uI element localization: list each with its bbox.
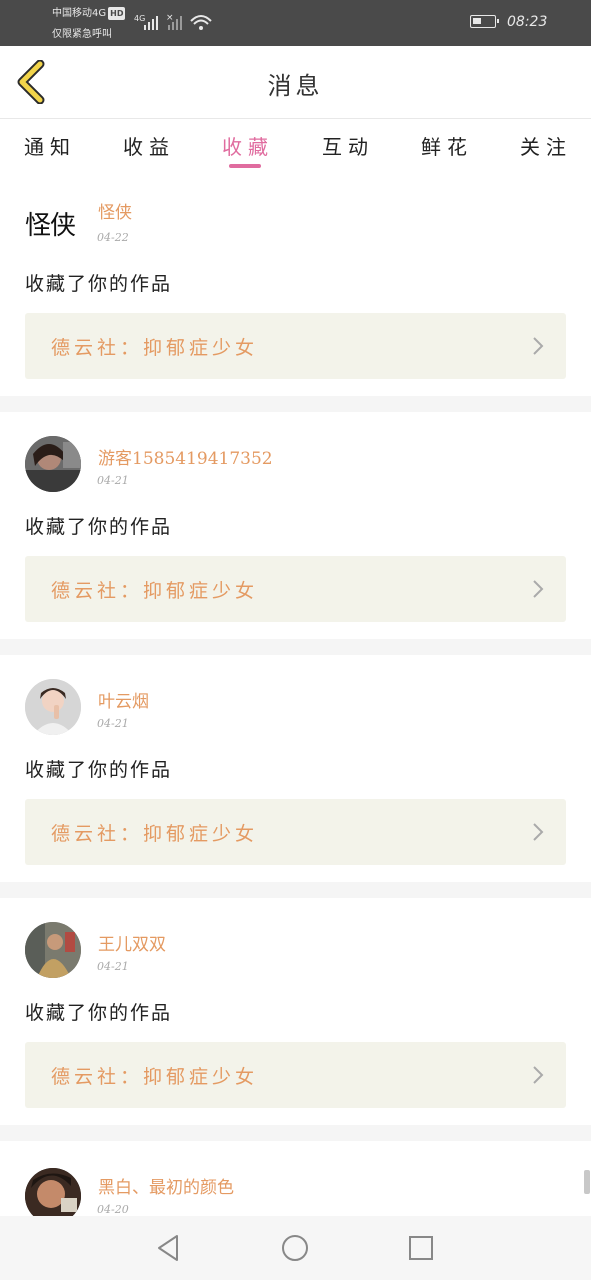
app-header: 消息 bbox=[0, 46, 591, 119]
tab-earnings[interactable]: 收益 bbox=[123, 131, 175, 160]
divider bbox=[0, 882, 591, 898]
divider bbox=[0, 1125, 591, 1141]
work-link[interactable]: 德云社：抑郁症少女 bbox=[25, 799, 566, 865]
active-tab-indicator bbox=[229, 164, 261, 168]
work-link[interactable]: 德云社：抑郁症少女 bbox=[25, 556, 566, 622]
chevron-right-icon bbox=[533, 823, 544, 841]
chevron-right-icon bbox=[533, 337, 544, 355]
date: 04-21 bbox=[97, 717, 129, 730]
hd-badge: HD bbox=[108, 7, 126, 20]
tab-following[interactable]: 关注 bbox=[520, 131, 572, 160]
carrier-text: 中国移动4G bbox=[52, 8, 107, 19]
tab-notifications[interactable]: 通知 bbox=[24, 131, 76, 160]
avatar[interactable] bbox=[25, 436, 81, 492]
list-item: 游客1585419417352 04-21 收藏了你的作品 德云社：抑郁症少女 bbox=[0, 412, 591, 639]
work-title: 德云社：抑郁症少女 bbox=[51, 580, 259, 602]
nav-back-icon[interactable] bbox=[153, 1232, 185, 1264]
svg-text:×: × bbox=[166, 13, 174, 23]
scrollbar[interactable] bbox=[584, 1170, 590, 1194]
work-title: 德云社：抑郁症少女 bbox=[51, 337, 259, 359]
action-text: 收藏了你的作品 bbox=[25, 273, 173, 295]
username[interactable]: 怪侠 bbox=[98, 198, 132, 223]
username[interactable]: 游客1585419417352 bbox=[98, 444, 273, 469]
avatar-image bbox=[25, 1168, 81, 1216]
battery-icon bbox=[470, 15, 499, 28]
avatar[interactable] bbox=[25, 679, 81, 735]
username[interactable]: 黑白、最初的颜色 bbox=[98, 1173, 234, 1198]
work-link[interactable]: 德云社：抑郁症少女 bbox=[25, 313, 566, 379]
emergency-label: 仅限紧急呼叫 bbox=[52, 29, 112, 40]
username[interactable]: 叶云烟 bbox=[98, 687, 149, 712]
username[interactable]: 王儿双双 bbox=[98, 930, 166, 955]
carrier-label: 中国移动4G HD bbox=[52, 7, 126, 20]
avatar[interactable] bbox=[25, 1168, 81, 1216]
nav-recents-icon[interactable] bbox=[405, 1232, 437, 1264]
work-title: 德云社：抑郁症少女 bbox=[51, 823, 259, 845]
avatar-image bbox=[25, 922, 81, 978]
chevron-right-icon bbox=[533, 580, 544, 598]
work-link[interactable]: 德云社：抑郁症少女 bbox=[25, 1042, 566, 1108]
action-text: 收藏了你的作品 bbox=[25, 759, 173, 781]
avatar[interactable] bbox=[25, 922, 81, 978]
message-tabs: 通知 收益 收藏 互动 鲜花 关注 bbox=[0, 119, 591, 175]
divider bbox=[0, 639, 591, 655]
system-nav-bar bbox=[0, 1216, 591, 1280]
signal-icon: 4G × bbox=[134, 11, 214, 37]
action-text: 收藏了你的作品 bbox=[25, 516, 173, 538]
network-label: 4G bbox=[134, 14, 145, 23]
avatar-calligraphy: 怪侠 bbox=[25, 211, 76, 241]
work-title: 德云社：抑郁症少女 bbox=[51, 1066, 259, 1088]
action-text: 收藏了你的作品 bbox=[25, 1002, 173, 1024]
clock: 08:23 bbox=[507, 14, 548, 30]
list-item: 黑白、最初的颜色 04-20 bbox=[0, 1141, 591, 1216]
status-bar: 中国移动4G HD 仅限紧急呼叫 4G × 08:23 bbox=[0, 0, 591, 46]
avatar[interactable]: 怪侠 bbox=[25, 194, 81, 250]
page-title: 消息 bbox=[267, 72, 324, 100]
chevron-right-icon bbox=[533, 1066, 544, 1084]
avatar-image bbox=[25, 436, 81, 492]
date: 04-20 bbox=[97, 1203, 129, 1216]
list-item: 王儿双双 04-21 收藏了你的作品 德云社：抑郁症少女 bbox=[0, 898, 591, 1125]
avatar-image bbox=[25, 679, 81, 735]
list-item: 怪侠 怪侠 04-22 收藏了你的作品 德云社：抑郁症少女 bbox=[0, 176, 591, 396]
tab-interactions[interactable]: 互动 bbox=[322, 131, 374, 160]
date: 04-21 bbox=[97, 960, 129, 973]
divider bbox=[0, 396, 591, 412]
date: 04-22 bbox=[97, 231, 129, 244]
date: 04-21 bbox=[97, 474, 129, 487]
list-item: 叶云烟 04-21 收藏了你的作品 德云社：抑郁症少女 bbox=[0, 655, 591, 882]
tab-flowers[interactable]: 鲜花 bbox=[421, 131, 473, 160]
tab-favorites[interactable]: 收藏 bbox=[222, 131, 274, 160]
nav-home-icon[interactable] bbox=[279, 1232, 311, 1264]
